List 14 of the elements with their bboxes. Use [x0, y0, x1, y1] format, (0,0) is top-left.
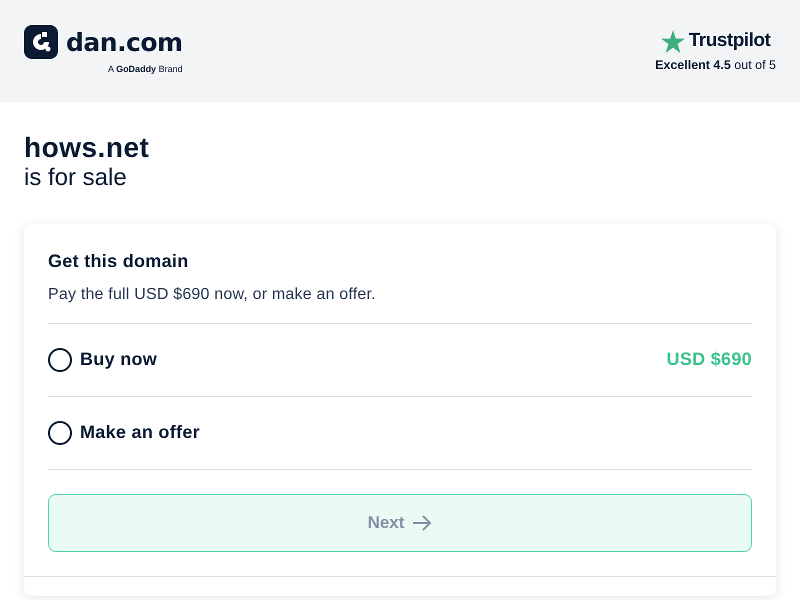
star-icon	[660, 30, 685, 54]
arrow-right-icon	[412, 514, 432, 532]
card-title: Get this domain	[48, 250, 190, 273]
logo-text[interactable]: dan.com	[66, 30, 183, 55]
rating-text: Excellent 4.5 out of 5	[655, 56, 776, 74]
option-radio[interactable]: Make an offer	[48, 419, 200, 446]
option-radio[interactable]: Buy now	[48, 346, 158, 374]
domain-name: hows.net	[24, 132, 150, 164]
trustpilot-logo-text[interactable]: Trustpilot	[688, 27, 770, 56]
option-price: USD $690	[666, 348, 752, 372]
logo-icon	[24, 25, 58, 60]
brand-tagline: A GoDaddy Brand	[108, 63, 183, 76]
sale-subtitle: is for sale	[24, 164, 128, 192]
card-description: Pay the full USD $690 now, or make an offer.	[48, 284, 377, 305]
